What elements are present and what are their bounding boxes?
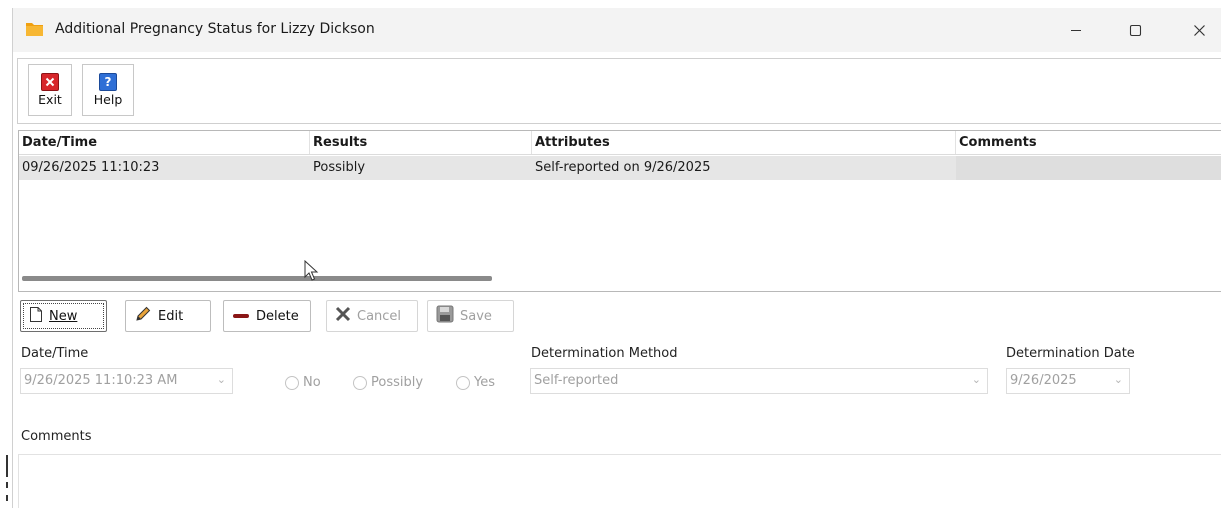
maximize-button[interactable]: [1112, 14, 1158, 46]
determination-method-select[interactable]: Self-reported ⌄: [530, 368, 988, 394]
column-header-attributes[interactable]: Attributes: [532, 131, 956, 154]
radio-possibly[interactable]: Possibly: [353, 375, 423, 390]
minus-icon: [232, 309, 250, 324]
radio-circle: [285, 375, 299, 390]
pencil-icon: [134, 305, 152, 327]
cancel-label: Cancel: [357, 308, 402, 324]
column-header-datetime[interactable]: Date/Time: [19, 131, 310, 154]
datetime-picker[interactable]: 9/26/2025 11:10:23 AM ⌄: [20, 368, 233, 394]
save-button[interactable]: Save: [427, 300, 514, 332]
datetime-label: Date/Time: [21, 346, 89, 361]
toolbar: Exit ? Help: [17, 58, 1221, 124]
x-icon: [335, 306, 351, 326]
horizontal-scrollbar[interactable]: [22, 276, 492, 281]
help-label: Help: [93, 92, 123, 107]
grid-header: Date/Time Results Attributes Comments: [19, 131, 1221, 155]
delete-label: Delete: [256, 308, 299, 324]
new-button[interactable]: New: [20, 300, 107, 332]
dialog-window: Additional Pregnancy Status for Lizzy Di…: [12, 8, 1221, 508]
exit-label: Exit: [38, 92, 62, 107]
title-bar: Additional Pregnancy Status for Lizzy Di…: [13, 8, 1221, 52]
cancel-button[interactable]: Cancel: [326, 300, 418, 332]
left-edge: [0, 0, 12, 508]
exit-button[interactable]: Exit: [28, 64, 72, 116]
new-document-icon: [29, 306, 43, 327]
floppy-disk-icon: [436, 305, 454, 327]
cell-attributes: Self-reported on 9/26/2025: [535, 160, 711, 175]
close-button[interactable]: [1176, 14, 1221, 46]
radio-yes[interactable]: Yes: [456, 375, 495, 390]
help-button[interactable]: ? Help: [82, 64, 134, 116]
new-label: New: [49, 308, 78, 324]
cell-datetime: 09/26/2025 11:10:23: [22, 160, 160, 175]
edge-mark: [6, 495, 8, 501]
minimize-button[interactable]: [1053, 14, 1099, 46]
datetime-value: 9/26/2025 11:10:23 AM: [24, 373, 178, 388]
folder-icon: [25, 20, 44, 37]
cell-results: Possibly: [313, 160, 366, 175]
radio-no[interactable]: No: [285, 375, 321, 390]
radio-circle: [456, 375, 470, 390]
delete-button[interactable]: Delete: [223, 300, 311, 332]
chevron-down-icon: ⌄: [971, 373, 981, 386]
window-title: Additional Pregnancy Status for Lizzy Di…: [55, 21, 375, 37]
column-header-results[interactable]: Results: [310, 131, 532, 154]
edge-mark: [6, 455, 8, 477]
edge-mark: [6, 482, 8, 488]
radio-possibly-label: Possibly: [371, 375, 424, 390]
determination-date-value: 9/26/2025: [1010, 373, 1077, 388]
edit-label: Edit: [158, 308, 184, 324]
table-row[interactable]: 09/26/2025 11:10:23 Possibly Self-report…: [19, 156, 1221, 180]
column-header-comments[interactable]: Comments: [956, 131, 1221, 154]
determination-date-label: Determination Date: [1006, 346, 1135, 361]
mouse-cursor-icon: [304, 259, 320, 286]
determination-date-picker[interactable]: 9/26/2025 ⌄: [1006, 368, 1130, 394]
radio-yes-label: Yes: [474, 375, 495, 390]
radio-circle: [353, 375, 367, 390]
cell-comments: [956, 156, 1221, 180]
edit-button[interactable]: Edit: [125, 300, 211, 332]
save-label: Save: [460, 308, 492, 324]
comments-textarea[interactable]: [18, 454, 1221, 508]
determination-method-label: Determination Method: [531, 346, 678, 361]
comments-label: Comments: [21, 429, 92, 444]
determination-method-value: Self-reported: [534, 373, 619, 388]
exit-icon: [41, 73, 59, 91]
status-grid[interactable]: Date/Time Results Attributes Comments 09…: [18, 130, 1221, 292]
chevron-down-icon: ⌄: [1113, 373, 1123, 386]
chevron-down-icon: ⌄: [216, 373, 226, 386]
help-icon: ?: [99, 73, 117, 91]
radio-no-label: No: [303, 375, 321, 390]
